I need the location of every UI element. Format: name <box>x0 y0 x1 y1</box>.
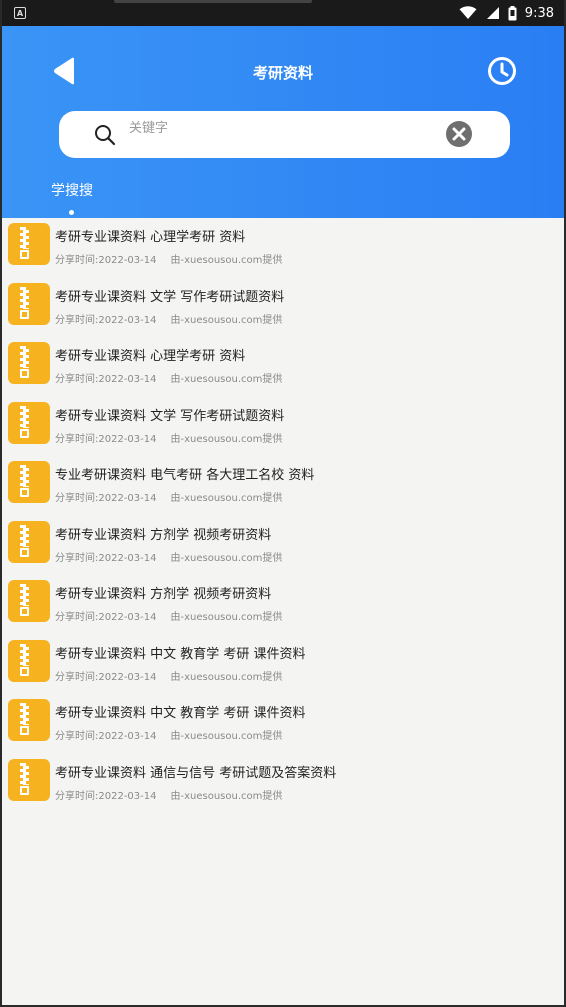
status-time: 9:38 <box>524 5 554 21</box>
list-item[interactable]: 考研专业课资料 方剂学 视频考研资料 分享时间:2022-03-14 由-xues… <box>2 575 564 635</box>
item-date-label: 分享时间: <box>55 552 99 564</box>
zip-file-icon <box>8 580 50 622</box>
item-meta: 分享时间:2022-03-14 由-xuesousou.com提供 <box>55 727 282 742</box>
clear-search-button[interactable] <box>445 120 473 148</box>
zip-file-icon <box>8 401 50 444</box>
item-meta: 分享时间:2022-03-14 由-xuesousou.com提供 <box>55 489 282 504</box>
item-title: 考研专业课资料 文学 写作考研试题资料 <box>55 408 285 424</box>
item-meta: 分享时间:2022-03-14 由-xuesousou.com提供 <box>55 430 282 445</box>
item-source: 由-xuesousou.com提供 <box>170 374 283 385</box>
list-item[interactable]: 考研专业课资料 中文 教育学 考研 课件资料 分享时间:2022-03-14 由-… <box>2 694 564 754</box>
item-date-label: 分享时间: <box>55 374 99 385</box>
item-source: 由-xuesousou.com提供 <box>170 552 283 564</box>
item-source: 由-xuesousou.com提供 <box>170 731 283 742</box>
item-source: 由-xuesousou.com提供 <box>170 314 283 326</box>
search-input[interactable] <box>129 117 429 139</box>
item-title: 专业考研课资料 电气考研 各大理工名校 资料 <box>55 468 315 483</box>
item-source: 由-xuesousou.com提供 <box>170 612 283 623</box>
item-source: 由-xuesousou.com提供 <box>170 493 283 504</box>
item-meta: 分享时间:2022-03-14 由-xuesousou.com提供 <box>55 311 282 326</box>
item-date: 2022-03-14 <box>98 433 157 445</box>
item-title: 考研专业课资料 文学 写作考研试题资料 <box>55 289 285 305</box>
history-button[interactable] <box>486 55 518 87</box>
list-item[interactable]: 考研专业课资料 文学 写作考研试题资料 分享时间:2022-03-14 由-xue… <box>2 278 564 338</box>
status-bar: A 9:38 <box>2 0 564 26</box>
item-source: 由-xuesousou.com提供 <box>170 790 283 802</box>
list-item[interactable]: 专业考研课资料 电气考研 各大理工名校 资料 分享时间:2022-03-14 由-… <box>2 456 564 516</box>
item-date: 2022-03-14 <box>98 552 157 564</box>
tab-indicator <box>69 210 74 215</box>
item-date: 2022-03-14 <box>98 493 157 504</box>
item-meta: 分享时间:2022-03-14 由-xuesousou.com提供 <box>55 787 282 802</box>
item-date-label: 分享时间: <box>55 731 99 742</box>
item-meta: 分享时间:2022-03-14 由-xuesousou.com提供 <box>55 251 282 266</box>
item-title: 考研专业课资料 中文 教育学 考研 课件资料 <box>55 646 306 662</box>
list-item[interactable]: 考研专业课资料 心理学考研 资料 分享时间:2022-03-14 由-xuesou… <box>2 218 564 278</box>
zip-file-icon <box>8 758 50 801</box>
item-date-label: 分享时间: <box>55 612 99 623</box>
zip-file-icon <box>8 639 50 682</box>
list-item[interactable]: 考研专业课资料 中文 教育学 考研 课件资料 分享时间:2022-03-14 由-… <box>2 635 564 695</box>
zip-file-icon <box>8 461 50 503</box>
item-date-label: 分享时间: <box>55 671 99 683</box>
wifi-icon <box>459 6 477 19</box>
status-notch <box>114 0 312 3</box>
item-source: 由-xuesousou.com提供 <box>170 433 283 445</box>
item-meta: 分享时间:2022-03-14 由-xuesousou.com提供 <box>55 668 282 683</box>
zip-file-icon <box>8 342 50 384</box>
item-title: 考研专业课资料 方剂学 视频考研资料 <box>55 527 272 543</box>
battery-icon <box>508 5 517 20</box>
item-date: 2022-03-14 <box>98 671 157 683</box>
tab-xuesousou[interactable]: 学搜搜 <box>51 180 93 200</box>
item-date: 2022-03-14 <box>98 790 157 802</box>
zip-file-icon <box>8 223 50 265</box>
item-title: 考研专业课资料 通信与信号 考研试题及答案资料 <box>55 765 337 781</box>
item-date-label: 分享时间: <box>55 790 99 802</box>
item-date: 2022-03-14 <box>98 374 157 385</box>
item-date: 2022-03-14 <box>98 731 157 742</box>
zip-file-icon <box>8 520 50 563</box>
result-list: 考研专业课资料 心理学考研 资料 分享时间:2022-03-14 由-xuesou… <box>2 218 564 813</box>
search-box <box>59 111 510 158</box>
item-date: 2022-03-14 <box>98 255 157 266</box>
item-title: 考研专业课资料 心理学考研 资料 <box>55 349 246 364</box>
item-date: 2022-03-14 <box>98 314 157 326</box>
item-date-label: 分享时间: <box>55 255 99 266</box>
item-date-label: 分享时间: <box>55 493 99 504</box>
list-item[interactable]: 考研专业课资料 通信与信号 考研试题及答案资料 分享时间:2022-03-14 由… <box>2 754 564 814</box>
clear-icon <box>446 121 472 147</box>
item-meta: 分享时间:2022-03-14 由-xuesousou.com提供 <box>55 549 282 564</box>
item-date-label: 分享时间: <box>55 314 99 326</box>
clock-icon <box>488 57 516 85</box>
header: 考研资料 学搜搜 <box>2 26 564 218</box>
screen: A 9:38 考研资料 关键字 学搜搜 考研专业课资料 心理学考研 资料 分享时… <box>0 0 566 1007</box>
list-item[interactable]: 考研专业课资料 心理学考研 资料 分享时间:2022-03-14 由-xuesou… <box>2 337 564 397</box>
zip-file-icon <box>8 699 50 741</box>
list-item[interactable]: 考研专业课资料 文学 写作考研试题资料 分享时间:2022-03-14 由-xue… <box>2 397 564 457</box>
item-meta: 分享时间:2022-03-14 由-xuesousou.com提供 <box>55 608 282 623</box>
item-title: 考研专业课资料 心理学考研 资料 <box>55 230 246 245</box>
item-date-label: 分享时间: <box>55 433 99 445</box>
item-title: 考研专业课资料 中文 教育学 考研 课件资料 <box>55 706 306 721</box>
page-title: 考研资料 <box>252 64 313 82</box>
item-date: 2022-03-14 <box>98 612 157 623</box>
notification-app-icon: A <box>14 7 26 19</box>
item-meta: 分享时间:2022-03-14 由-xuesousou.com提供 <box>55 370 282 385</box>
signal-icon <box>486 7 499 19</box>
list-item[interactable]: 考研专业课资料 方剂学 视频考研资料 分享时间:2022-03-14 由-xues… <box>2 516 564 576</box>
item-title: 考研专业课资料 方剂学 视频考研资料 <box>55 587 272 602</box>
zip-file-icon <box>8 282 50 325</box>
search-icon <box>95 125 116 146</box>
item-source: 由-xuesousou.com提供 <box>170 255 283 266</box>
item-source: 由-xuesousou.com提供 <box>170 671 283 683</box>
